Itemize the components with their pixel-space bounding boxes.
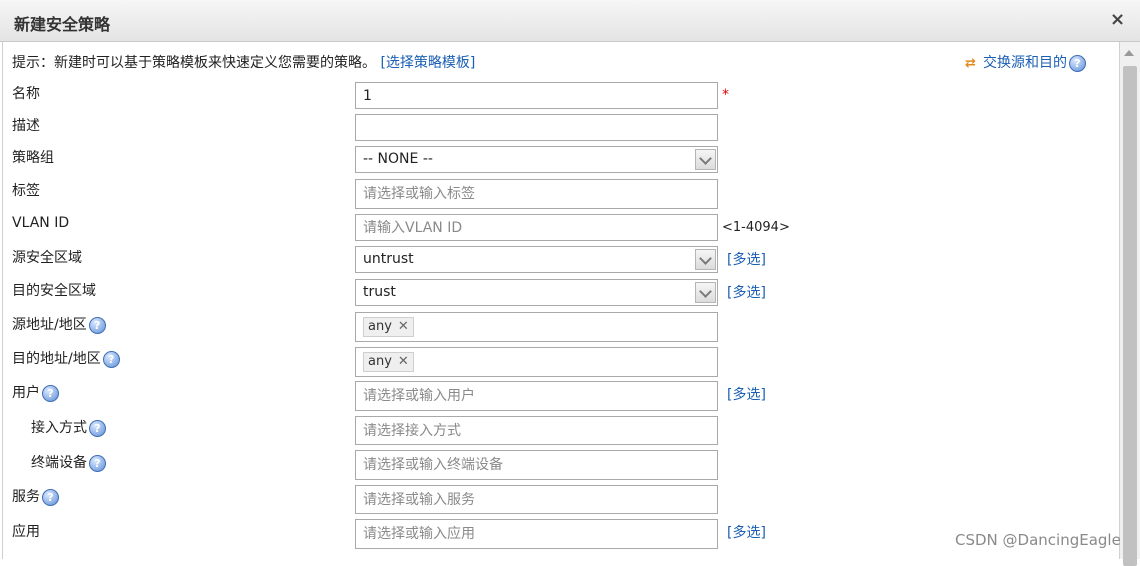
dialog-border	[2, 42, 3, 559]
description-input[interactable]	[355, 114, 718, 141]
access-mode-label: 接入方式?	[31, 417, 106, 437]
dialog-titlebar: 新建安全策略 ×	[0, 0, 1140, 42]
destination-zone-multiselect-link[interactable]: [多选]	[727, 282, 766, 302]
hint-message: 提示：新建时可以基于策略模板来快速定义您需要的策略。	[12, 55, 376, 71]
destination-zone-value: trust	[363, 284, 396, 300]
address-tag: any ✕	[363, 317, 414, 337]
swap-arrows-icon: ⇄	[965, 56, 976, 71]
select-template-link[interactable]: [选择策略模板]	[380, 55, 475, 71]
service-input[interactable]	[355, 485, 718, 514]
source-zone-multiselect-link[interactable]: [多选]	[727, 249, 766, 269]
user-input[interactable]	[355, 381, 718, 411]
terminal-device-label: 终端设备?	[31, 452, 106, 472]
source-zone-label: 源安全区域	[12, 250, 82, 266]
swap-link[interactable]: 交换源和目的	[983, 55, 1067, 71]
chevron-down-icon[interactable]	[695, 149, 716, 170]
scroll-up-arrow-icon[interactable]	[1124, 50, 1134, 56]
destination-address-input[interactable]: any ✕	[355, 347, 718, 377]
address-tag-text: any	[368, 319, 392, 334]
vertical-scrollbar[interactable]	[1119, 42, 1140, 566]
help-icon[interactable]: ?	[88, 316, 106, 334]
user-label-text: 用户	[12, 385, 40, 401]
destination-address-label-text: 目的地址/地区	[12, 351, 101, 367]
destination-zone-label: 目的安全区域	[12, 283, 96, 299]
scrollbar-thumb[interactable]	[1123, 66, 1137, 566]
help-icon[interactable]: ?	[42, 384, 59, 402]
user-multiselect-link[interactable]: [多选]	[727, 384, 766, 404]
terminal-device-input[interactable]	[355, 450, 718, 480]
access-mode-input[interactable]	[355, 416, 718, 445]
source-address-label-text: 源地址/地区	[12, 317, 87, 333]
hint-text: 提示：新建时可以基于策略模板来快速定义您需要的策略。 [选择策略模板]	[12, 52, 475, 72]
help-icon[interactable]: ?	[1069, 54, 1086, 72]
vlan-label: VLAN ID	[12, 215, 70, 231]
chevron-down-icon[interactable]	[695, 249, 716, 270]
source-zone-value: untrust	[363, 251, 414, 267]
name-input[interactable]	[355, 82, 718, 109]
vlan-input[interactable]	[355, 214, 718, 241]
address-tag-text: any	[368, 354, 392, 369]
policy-group-value: -- NONE --	[363, 151, 433, 167]
swap-source-destination[interactable]: ⇄ 交换源和目的?	[965, 52, 1086, 72]
source-address-label: 源地址/地区?	[12, 314, 106, 334]
source-zone-select[interactable]: untrust	[355, 246, 718, 273]
help-icon[interactable]: ?	[102, 350, 120, 368]
destination-address-label: 目的地址/地区?	[12, 348, 120, 368]
address-tag: any ✕	[363, 352, 414, 372]
dialog-title: 新建安全策略	[14, 15, 111, 34]
help-icon[interactable]: ?	[89, 454, 106, 472]
help-icon[interactable]: ?	[42, 488, 59, 506]
watermark: CSDN @DancingEagle	[955, 531, 1121, 549]
application-multiselect-link[interactable]: [多选]	[727, 522, 766, 542]
source-address-input[interactable]: any ✕	[355, 312, 718, 342]
tag-label: 标签	[12, 183, 40, 199]
service-label: 服务?	[12, 486, 59, 506]
name-label: 名称	[12, 86, 40, 102]
vlan-range-hint: <1-4094>	[722, 220, 790, 235]
remove-tag-icon[interactable]: ✕	[398, 354, 409, 369]
service-label-text: 服务	[12, 489, 40, 505]
destination-zone-select[interactable]: trust	[355, 279, 718, 306]
application-label: 应用	[12, 524, 40, 540]
chevron-down-icon[interactable]	[695, 282, 716, 303]
user-label: 用户?	[12, 382, 59, 402]
required-mark: *	[722, 87, 729, 103]
policy-group-label: 策略组	[12, 150, 54, 166]
close-icon[interactable]: ×	[1110, 9, 1125, 31]
access-mode-label-text: 接入方式	[31, 420, 87, 436]
policy-group-select[interactable]: -- NONE --	[355, 146, 718, 173]
help-icon[interactable]: ?	[89, 419, 106, 437]
remove-tag-icon[interactable]: ✕	[398, 319, 409, 334]
application-input[interactable]	[355, 519, 718, 549]
description-label: 描述	[12, 118, 40, 134]
tag-input[interactable]	[355, 179, 718, 209]
terminal-device-label-text: 终端设备	[31, 455, 87, 471]
